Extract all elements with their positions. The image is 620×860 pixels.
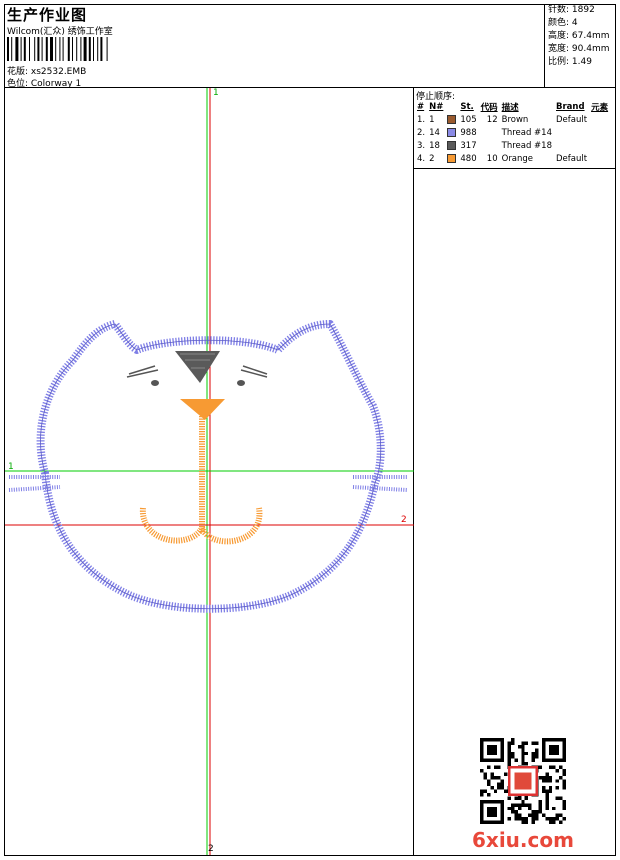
color-swatch xyxy=(447,127,457,137)
stitch-count: 105 xyxy=(460,114,477,125)
whiskers-left xyxy=(8,475,61,492)
row-index: 4. xyxy=(417,153,426,164)
table-row: 1. 1 105 12 Brown Default xyxy=(415,113,610,126)
header-info: 生产作业图 Wilcom(汇众) 绣饰工作室 花版: xs2532.EMB 色位… xyxy=(4,4,545,89)
thread-brand: Default xyxy=(556,114,588,125)
col-header: 代码 xyxy=(480,103,498,113)
design-canvas: 1 1 2 2 xyxy=(5,88,414,855)
element xyxy=(589,152,610,165)
axis-label-h1: 1 xyxy=(8,462,14,472)
right-eye-dot xyxy=(237,380,245,386)
qr-code-icon xyxy=(480,738,566,824)
col-header: St. xyxy=(460,102,474,112)
stop-sequence-table: # N# St. 代码 描述 Brand 元素 1. 1 105 12 Brow… xyxy=(415,101,610,165)
color-swatch-cell xyxy=(445,152,458,165)
seal-stamp-mark xyxy=(514,772,532,790)
stat-height: 高度: 67.4mm xyxy=(548,31,610,41)
studio-name: Wilcom(汇众) 绣饰工作室 xyxy=(7,27,113,37)
color-swatch xyxy=(447,114,457,124)
embroidery-design xyxy=(5,88,414,855)
table-header-row: # N# St. 代码 描述 Brand 元素 xyxy=(415,101,610,113)
thread-code: 12 xyxy=(486,114,498,125)
color-swatch-cell xyxy=(445,139,458,152)
mouth-left xyxy=(139,507,205,544)
stat-stitches: 针数: 1892 xyxy=(548,5,595,15)
col-header: Brand xyxy=(556,102,585,112)
table-row: 2. 14 988 Thread #14 xyxy=(415,126,610,139)
needle-number: 18 xyxy=(429,140,440,151)
row-index: 2. xyxy=(417,127,426,138)
col-header: # xyxy=(417,102,425,112)
left-eye-dot xyxy=(151,380,159,386)
axis-label-v2: 2 xyxy=(208,844,214,854)
col-header: 元素 xyxy=(591,103,609,113)
stitch-count: 480 xyxy=(460,153,477,164)
left-eye xyxy=(126,365,159,378)
color-swatch xyxy=(447,153,457,163)
element xyxy=(589,139,610,152)
element xyxy=(589,113,610,126)
col-header: N# xyxy=(429,102,444,112)
axis-label-h2: 2 xyxy=(401,515,407,525)
thread-brand xyxy=(554,139,589,152)
stat-colors: 颜色: 4 xyxy=(548,18,578,28)
stats-panel: 针数: 1892 颜色: 4 高度: 67.4mm 宽度: 90.4mm 比例:… xyxy=(548,4,616,69)
thread-description: Thread #14 xyxy=(501,127,552,138)
col-header xyxy=(445,101,458,113)
needle-number: 2 xyxy=(429,153,435,164)
color-swatch-cell xyxy=(445,113,458,126)
stitch-count: 988 xyxy=(460,127,477,138)
row-index: 1. xyxy=(417,114,426,125)
cat-head-outline xyxy=(36,320,385,613)
color-swatch-cell xyxy=(445,126,458,139)
needle-number: 14 xyxy=(429,127,440,138)
whiskers-right xyxy=(352,475,408,492)
barcode-icon xyxy=(7,37,108,61)
thread-description: Orange xyxy=(501,153,534,164)
color-swatch xyxy=(447,140,457,150)
thread-brand: Default xyxy=(556,153,588,164)
stat-width: 宽度: 90.4mm xyxy=(548,44,610,54)
stat-scale: 比例: 1.49 xyxy=(548,57,592,67)
needle-number: 1 xyxy=(429,114,435,125)
axis-label-v1: 1 xyxy=(213,88,219,98)
forehead-mark xyxy=(175,351,220,383)
col-header: 描述 xyxy=(501,103,519,113)
thread-brand xyxy=(554,126,589,139)
watermark-logo: 6xiu.com xyxy=(472,828,574,852)
row-index: 3. xyxy=(417,140,426,151)
header: 生产作业图 Wilcom(汇众) 绣饰工作室 花版: xs2532.EMB 色位… xyxy=(4,4,616,89)
stop-sequence-panel: 停止顺序: # N# St. 代码 描述 Brand 元素 1. 1 105 1… xyxy=(414,88,615,169)
stitch-count: 317 xyxy=(460,140,477,151)
element xyxy=(589,126,610,139)
table-row: 4. 2 480 10 Orange Default xyxy=(415,152,610,165)
thread-code xyxy=(479,139,500,152)
right-eye xyxy=(240,365,268,378)
thread-description: Thread #18 xyxy=(501,140,552,151)
thread-description: Brown xyxy=(501,114,529,125)
page-title: 生产作业图 xyxy=(7,6,88,24)
thread-code: 10 xyxy=(486,153,498,164)
thread-code xyxy=(479,126,500,139)
table-row: 3. 18 317 Thread #18 xyxy=(415,139,610,152)
